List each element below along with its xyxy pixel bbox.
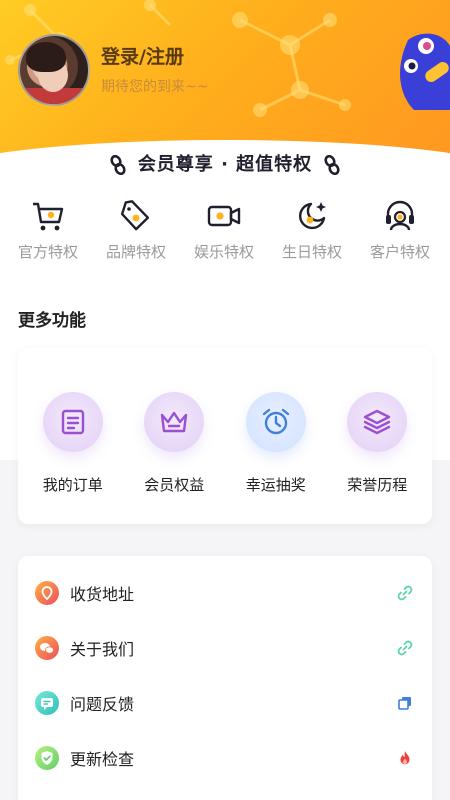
chat-icon: [35, 636, 59, 660]
feature-icon-bg: [42, 392, 103, 452]
feature-member-benefits[interactable]: 会员权益: [124, 392, 224, 495]
vip-title: 会员尊享 · 超值特权: [137, 154, 313, 175]
layers-icon: [364, 409, 391, 435]
link-icon: [397, 585, 413, 601]
mascot-icon: [400, 33, 450, 110]
feature-label: 会员权益: [144, 476, 205, 494]
list-item-address[interactable]: 收货地址: [18, 566, 432, 620]
list-item-update-check[interactable]: 更新检查: [18, 731, 432, 785]
privileges-row: 官方特权 品牌特权 娱乐特权 生日特权 客户特权: [0, 198, 450, 262]
login-register-link[interactable]: 登录/注册: [101, 42, 184, 69]
cart-icon: [33, 202, 64, 231]
privilege-official[interactable]: 官方特权: [3, 198, 93, 262]
list-item-feedback[interactable]: 问题反馈: [18, 676, 432, 730]
copy-icon: [398, 697, 411, 710]
list-item-label: 收货地址: [70, 585, 135, 604]
list-item-label: 问题反馈: [70, 695, 135, 714]
video-icon: [207, 205, 241, 227]
privilege-label: 生日特权: [281, 243, 342, 261]
privilege-customer[interactable]: 客户特权: [355, 198, 445, 262]
fire-icon: [400, 751, 410, 765]
features-row: 我的订单 会员权益 幸运抽奖 荣誉历程: [18, 392, 432, 495]
crown-icon: [161, 411, 188, 433]
list-item-about-us[interactable]: 关于我们: [18, 621, 432, 675]
privilege-birthday[interactable]: 生日特权: [267, 198, 357, 262]
chain-link-icon: [324, 155, 340, 175]
feedback-icon: [35, 691, 59, 715]
feature-icon-bg: [144, 392, 205, 452]
list-item-label: 更新检查: [70, 750, 135, 769]
order-icon: [61, 409, 84, 435]
more-functions-title: 更多功能: [18, 311, 86, 331]
alarm-icon: [262, 408, 289, 435]
login-subtitle: 期待您的到来~~: [101, 79, 209, 95]
privilege-entertainment[interactable]: 娱乐特权: [179, 198, 269, 262]
feature-icon-bg: [245, 392, 306, 452]
headset-icon: [386, 200, 414, 231]
feature-label: 荣誉历程: [347, 476, 408, 494]
privilege-label: 官方特权: [17, 243, 78, 261]
feature-lucky-draw[interactable]: 幸运抽奖: [226, 392, 326, 495]
feature-icon-bg: [347, 392, 408, 452]
settings-list: 收货地址 关于我们 问题反馈 更新检查: [18, 556, 432, 800]
feature-label: 我的订单: [42, 476, 103, 494]
avatar[interactable]: [18, 34, 90, 106]
vip-banner: 会员尊享 · 超值特权: [0, 150, 450, 176]
privilege-label: 娱乐特权: [193, 243, 254, 261]
privilege-label: 品牌特权: [105, 243, 166, 261]
moon-icon: [299, 202, 326, 230]
feature-my-orders[interactable]: 我的订单: [23, 392, 123, 495]
privilege-label: 客户特权: [369, 243, 430, 261]
link-icon: [397, 640, 413, 656]
feature-honor-history[interactable]: 荣誉历程: [327, 392, 427, 495]
list-item-label: 关于我们: [70, 640, 135, 659]
privilege-brand[interactable]: 品牌特权: [91, 198, 181, 262]
shield-check-icon: [35, 746, 59, 770]
feature-label: 幸运抽奖: [245, 476, 306, 494]
address-icon: [35, 581, 59, 605]
tag-icon: [120, 200, 150, 231]
more-functions-card: 我的订单 会员权益 幸运抽奖 荣誉历程: [18, 348, 432, 524]
chain-link-icon: [110, 155, 126, 175]
